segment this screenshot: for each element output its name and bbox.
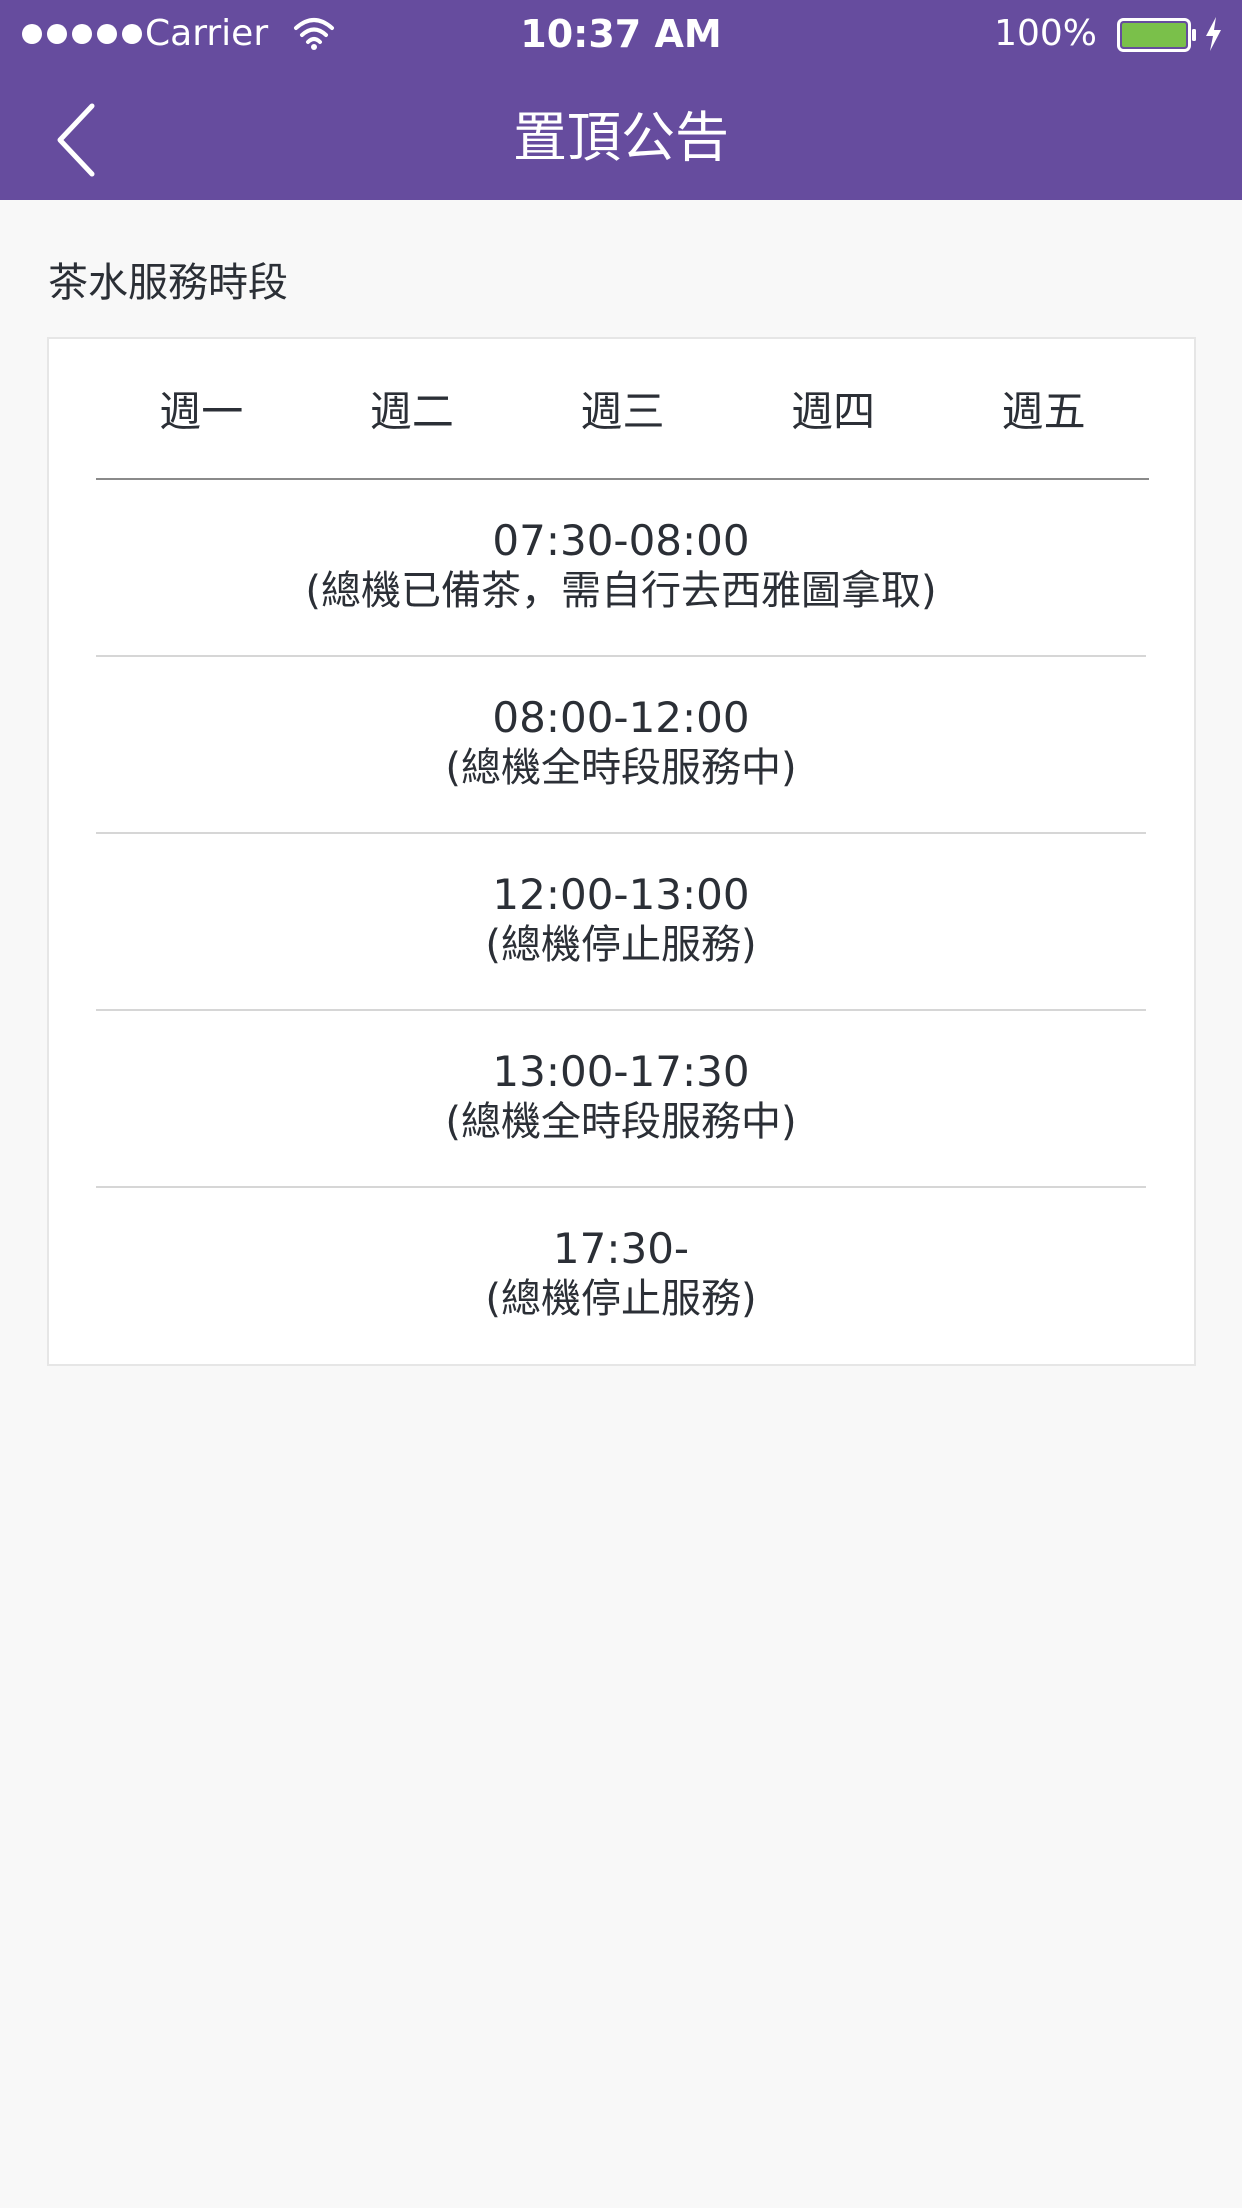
navigation-bar: 置頂公告 xyxy=(0,70,1242,200)
time-slot-list: 07:30-08:00 (總機已備茶，需自行去西雅圖拿取) 08:00-12:0… xyxy=(96,480,1146,1365)
battery-percentage: 100% xyxy=(994,13,1097,54)
slot-note: (總機全時段服務中) xyxy=(445,1099,797,1145)
slot-time: 07:30-08:00 xyxy=(492,516,750,565)
time-slot-row: 13:00-17:30 (總機全時段服務中) xyxy=(96,1011,1146,1188)
schedule-card: 週一 週二 週三 週四 週五 07:30-08:00 (總機已備茶，需自行去西雅… xyxy=(47,337,1196,1366)
weekday-header: 週一 週二 週三 週四 週五 xyxy=(96,339,1149,480)
chevron-left-icon xyxy=(57,103,95,177)
time-slot-row: 17:30- (總機停止服務) xyxy=(96,1188,1146,1365)
weekday-label: 週三 xyxy=(580,387,665,436)
time-slot-row: 08:00-12:00 (總機全時段服務中) xyxy=(96,657,1146,834)
top-bar: Carrier 10:37 AM 100% 置頂公告 xyxy=(0,0,1242,200)
page-title: 置頂公告 xyxy=(513,106,729,169)
time-slot-row: 07:30-08:00 (總機已備茶，需自行去西雅圖拿取) xyxy=(96,480,1146,657)
slot-note: (總機停止服務) xyxy=(485,1276,757,1322)
section-title: 茶水服務時段 xyxy=(48,260,288,306)
charging-bolt-icon xyxy=(1206,17,1221,51)
time-slot-row: 12:00-13:00 (總機停止服務) xyxy=(96,834,1146,1011)
slot-time: 08:00-12:00 xyxy=(492,693,750,742)
weekday-label: 週二 xyxy=(369,387,454,436)
weekday-label: 週一 xyxy=(159,387,244,436)
status-bar: Carrier 10:37 AM 100% xyxy=(0,0,1242,70)
slot-note: (總機全時段服務中) xyxy=(445,745,797,791)
slot-note: (總機停止服務) xyxy=(485,922,757,968)
slot-time: 17:30- xyxy=(552,1224,690,1273)
slot-time: 12:00-13:00 xyxy=(492,870,750,919)
slot-note: (總機已備茶，需自行去西雅圖拿取) xyxy=(305,568,937,614)
weekday-label: 週五 xyxy=(1001,387,1086,436)
battery-icon xyxy=(1117,18,1196,52)
slot-time: 13:00-17:30 xyxy=(492,1047,750,1096)
back-button[interactable] xyxy=(50,100,140,180)
weekday-label: 週四 xyxy=(791,387,876,436)
